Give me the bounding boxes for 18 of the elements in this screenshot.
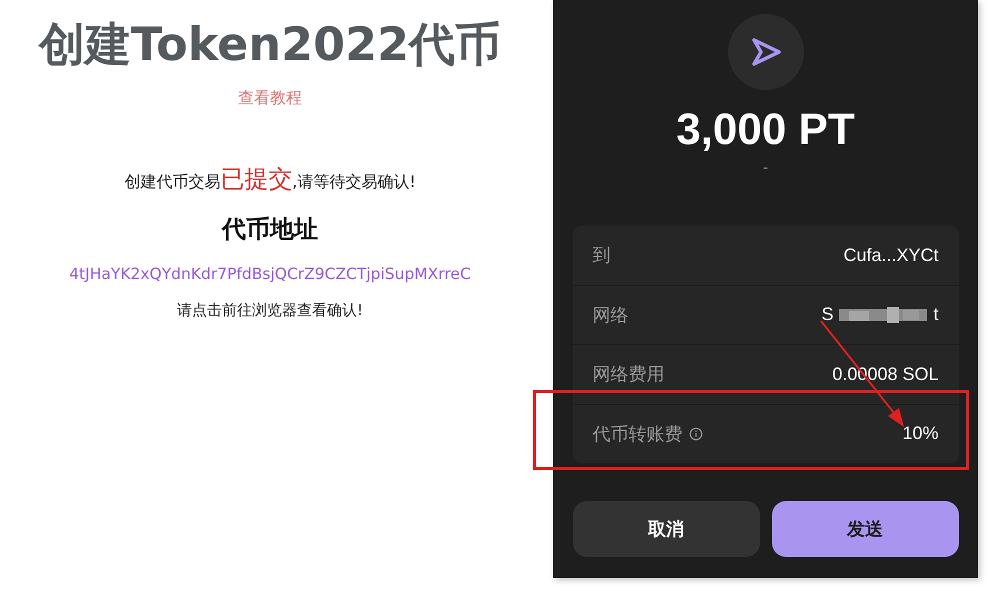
- row-value: S: [821, 304, 834, 326]
- row-label: 到: [592, 244, 610, 268]
- row-value: t: [933, 304, 938, 326]
- row-label: 代币转账费: [592, 422, 682, 446]
- page-title: 创建Token2022代币: [38, 16, 502, 73]
- amount-text: 3,000 PT: [676, 104, 855, 156]
- row-value: 10%: [902, 423, 938, 444]
- row-value: Cufa...XYCt: [843, 244, 938, 266]
- cancel-button[interactable]: 取消: [572, 501, 760, 557]
- row-label: 网络: [592, 304, 628, 327]
- status-message: 创建代币交易已提交,请等待交易确认!: [124, 164, 416, 195]
- amount-subtext: -: [762, 160, 768, 176]
- address-heading: 代币地址: [222, 214, 318, 245]
- hint-text: 请点击前往浏览器查看确认!: [176, 301, 363, 320]
- send-button[interactable]: 发送: [772, 501, 958, 557]
- info-icon[interactable]: [688, 426, 702, 441]
- row-label: 网络费用: [592, 363, 664, 386]
- token-address-link[interactable]: 4tJHaYK2xQYdnKdr7PfdBsjQCrZ9CZCTjpiSupMXrreC: [69, 265, 471, 283]
